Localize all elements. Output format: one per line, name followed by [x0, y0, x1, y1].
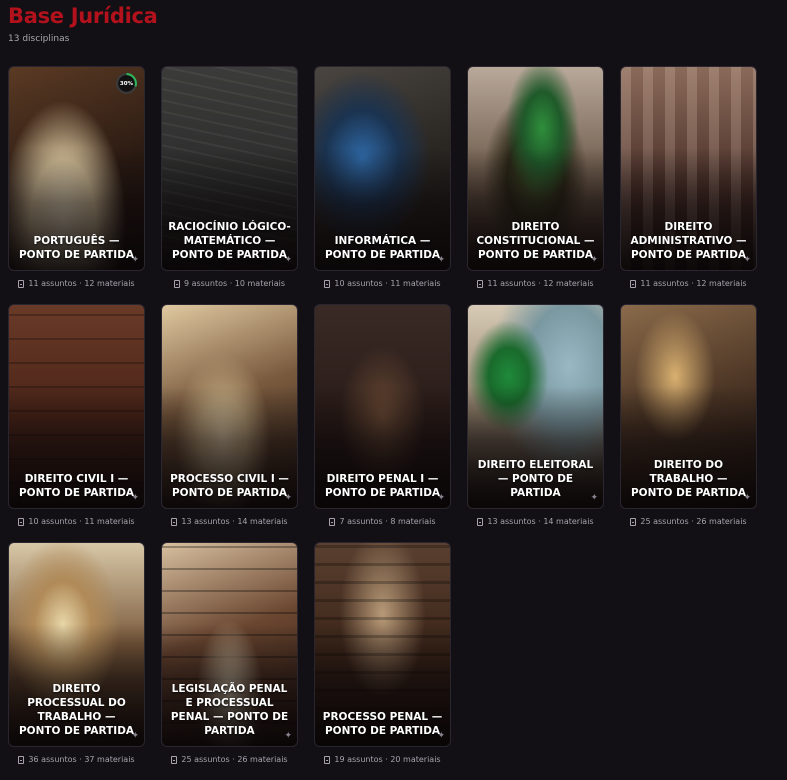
card-trabalho[interactable]: DIREITO DO TRABALHO — PONTO DE PARTIDA ✦ — [620, 304, 757, 509]
sparkle-icon: ✦ — [743, 255, 751, 265]
card-raciocinio[interactable]: RACIOCÍNIO LÓGICO-MATEMÁTICO — PONTO DE … — [161, 66, 298, 271]
card-meta: 11 assuntos · 12 materiais — [8, 279, 145, 288]
sparkle-icon: ✦ — [131, 493, 139, 503]
card-meta: 11 assuntos · 12 materiais — [467, 279, 604, 288]
discipline-grid: 30% PORTUGUÊS — PONTO DE PARTIDA ✦ 11 as… — [8, 66, 757, 780]
card-penal[interactable]: DIREITO PENAL I — PONTO DE PARTIDA ✦ — [314, 304, 451, 509]
card-portugues[interactable]: 30% PORTUGUÊS — PONTO DE PARTIDA ✦ — [8, 66, 145, 271]
sparkle-icon: ✦ — [437, 255, 445, 265]
document-icon — [171, 755, 178, 764]
card-legislacao-penal[interactable]: LEGISLAÇÃO PENAL E PROCESSUAL PENAL — PO… — [161, 542, 298, 747]
card-meta: 7 assuntos · 8 materiais — [314, 517, 451, 526]
document-icon — [18, 517, 25, 526]
discipline-card-trabalho: DIREITO DO TRABALHO — PONTO DE PARTIDA ✦… — [620, 304, 757, 542]
discipline-card-legislacao-penal: LEGISLAÇÃO PENAL E PROCESSUAL PENAL — PO… — [161, 542, 298, 780]
card-constitucional[interactable]: DIREITO CONSTITUCIONAL — PONTO DE PARTID… — [467, 66, 604, 271]
card-informatica[interactable]: INFORMÁTICA — PONTO DE PARTIDA ✦ — [314, 66, 451, 271]
card-meta-text: 10 assuntos · 11 materiais — [334, 279, 441, 288]
sparkle-icon: ✦ — [284, 493, 292, 503]
document-icon — [477, 279, 484, 288]
card-meta: 25 assuntos · 26 materiais — [620, 517, 757, 526]
card-eleitoral[interactable]: DIREITO ELEITORAL — PONTO DE PARTIDA ✦ — [467, 304, 604, 509]
page-header: Base Jurídica 13 disciplinas — [8, 4, 158, 44]
sparkle-icon: ✦ — [437, 493, 445, 503]
card-processo-civil[interactable]: PROCESSO CIVIL I — PONTO DE PARTIDA ✦ — [161, 304, 298, 509]
card-meta-text: 11 assuntos · 12 materiais — [487, 279, 594, 288]
card-meta: 9 assuntos · 10 materiais — [161, 279, 298, 288]
card-meta: 10 assuntos · 11 materiais — [8, 517, 145, 526]
card-meta-text: 11 assuntos · 12 materiais — [28, 279, 135, 288]
card-meta-text: 25 assuntos · 26 materiais — [640, 517, 747, 526]
card-meta-text: 7 assuntos · 8 materiais — [339, 517, 436, 526]
document-icon — [173, 279, 180, 288]
discipline-card-portugues: 30% PORTUGUÊS — PONTO DE PARTIDA ✦ 11 as… — [8, 66, 145, 304]
card-title: LEGISLAÇÃO PENAL E PROCESSUAL PENAL — PO… — [170, 683, 289, 737]
card-administrativo[interactable]: DIREITO ADMINISTRATIVO — PONTO DE PARTID… — [620, 66, 757, 271]
discipline-card-processo-penal: PROCESSO PENAL — PONTO DE PARTIDA ✦ 19 a… — [314, 542, 451, 780]
card-processual-trabalho[interactable]: DIREITO PROCESSUAL DO TRABALHO — PONTO D… — [8, 542, 145, 747]
card-title: DIREITO PROCESSUAL DO TRABALHO — PONTO D… — [18, 683, 135, 737]
card-title: PROCESSO CIVIL I — PONTO DE PARTIDA — [170, 473, 289, 499]
document-icon — [324, 279, 331, 288]
discipline-card-civil: DIREITO CIVIL I — PONTO DE PARTIDA ✦ 10 … — [8, 304, 145, 542]
card-meta-text: 19 assuntos · 20 materiais — [334, 755, 441, 764]
document-icon — [630, 279, 637, 288]
discipline-card-processo-civil: PROCESSO CIVIL I — PONTO DE PARTIDA ✦ 13… — [161, 304, 298, 542]
card-title: PROCESSO PENAL — PONTO DE PARTIDA — [322, 711, 443, 737]
sparkle-icon: ✦ — [590, 255, 598, 265]
card-processo-penal[interactable]: PROCESSO PENAL — PONTO DE PARTIDA ✦ — [314, 542, 451, 747]
discipline-card-constitucional: DIREITO CONSTITUCIONAL — PONTO DE PARTID… — [467, 66, 604, 304]
card-meta: 10 assuntos · 11 materiais — [314, 279, 451, 288]
discipline-card-eleitoral: DIREITO ELEITORAL — PONTO DE PARTIDA ✦ 1… — [467, 304, 604, 542]
discipline-card-informatica: INFORMÁTICA — PONTO DE PARTIDA ✦ 10 assu… — [314, 66, 451, 304]
document-icon — [630, 517, 637, 526]
sparkle-icon: ✦ — [437, 731, 445, 741]
sparkle-icon: ✦ — [743, 493, 751, 503]
sparkle-icon: ✦ — [131, 731, 139, 741]
sparkle-icon: ✦ — [284, 731, 292, 741]
card-title: DIREITO CONSTITUCIONAL — PONTO DE PARTID… — [476, 221, 595, 261]
sparkle-icon: ✦ — [590, 493, 598, 503]
card-title: DIREITO ADMINISTRATIVO — PONTO DE PARTID… — [630, 221, 747, 261]
card-title: DIREITO PENAL I — PONTO DE PARTIDA — [324, 473, 441, 499]
sparkle-icon: ✦ — [131, 255, 139, 265]
card-meta-text: 36 assuntos · 37 materiais — [28, 755, 135, 764]
card-title: DIREITO DO TRABALHO — PONTO DE PARTIDA — [630, 459, 747, 499]
document-icon — [477, 517, 484, 526]
card-meta-text: 25 assuntos · 26 materiais — [181, 755, 288, 764]
document-icon — [171, 517, 178, 526]
card-meta: 13 assuntos · 14 materiais — [161, 517, 298, 526]
card-meta-text: 9 assuntos · 10 materiais — [183, 279, 286, 288]
discipline-card-administrativo: DIREITO ADMINISTRATIVO — PONTO DE PARTID… — [620, 66, 757, 304]
discipline-count: 13 disciplinas — [8, 34, 70, 44]
card-civil[interactable]: DIREITO CIVIL I — PONTO DE PARTIDA ✦ — [8, 304, 145, 509]
discipline-card-penal: DIREITO PENAL I — PONTO DE PARTIDA ✦ 7 a… — [314, 304, 451, 542]
card-meta: 11 assuntos · 12 materiais — [620, 279, 757, 288]
card-meta: 36 assuntos · 37 materiais — [8, 755, 145, 764]
card-meta: 13 assuntos · 14 materiais — [467, 517, 604, 526]
sparkle-icon: ✦ — [284, 255, 292, 265]
page-title: Base Jurídica — [8, 4, 158, 28]
document-icon — [324, 755, 331, 764]
card-meta-text: 11 assuntos · 12 materiais — [640, 279, 747, 288]
card-title: DIREITO CIVIL I — PONTO DE PARTIDA — [18, 473, 135, 499]
card-meta: 25 assuntos · 26 materiais — [161, 755, 298, 764]
card-title: INFORMÁTICA — PONTO DE PARTIDA — [324, 235, 441, 261]
card-meta-text: 10 assuntos · 11 materiais — [28, 517, 135, 526]
card-title: PORTUGUÊS — PONTO DE PARTIDA — [18, 235, 135, 261]
card-title: DIREITO ELEITORAL — PONTO DE PARTIDA — [477, 459, 594, 499]
document-icon — [18, 755, 25, 764]
card-meta-text: 13 assuntos · 14 materiais — [181, 517, 288, 526]
card-title: RACIOCÍNIO LÓGICO-MATEMÁTICO — PONTO DE … — [168, 221, 291, 261]
discipline-card-processual-trabalho: DIREITO PROCESSUAL DO TRABALHO — PONTO D… — [8, 542, 145, 780]
document-icon — [329, 517, 336, 526]
card-meta: 19 assuntos · 20 materiais — [314, 755, 451, 764]
discipline-card-raciocinio: RACIOCÍNIO LÓGICO-MATEMÁTICO — PONTO DE … — [161, 66, 298, 304]
card-meta-text: 13 assuntos · 14 materiais — [487, 517, 594, 526]
document-icon — [18, 279, 25, 288]
progress-ring: 30% — [116, 73, 137, 94]
